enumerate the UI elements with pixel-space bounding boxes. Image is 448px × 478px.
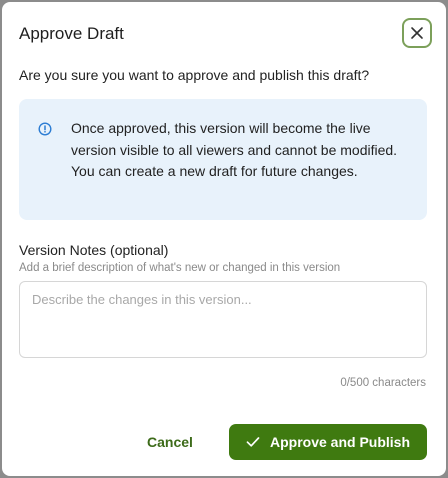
info-icon <box>38 122 52 136</box>
info-text: Once approved, this version will become … <box>71 120 398 179</box>
cancel-button[interactable]: Cancel <box>132 424 208 460</box>
approve-and-publish-button[interactable]: Approve and Publish <box>229 424 427 460</box>
close-icon <box>410 26 424 40</box>
close-button[interactable] <box>402 18 432 48</box>
info-callout: Once approved, this version will become … <box>19 99 427 220</box>
approve-button-label: Approve and Publish <box>269 434 410 450</box>
version-notes-label: Version Notes (optional) <box>19 242 169 258</box>
version-notes-hint: Add a brief description of what's new or… <box>19 262 341 274</box>
confirmation-question: Are you sure you want to approve and pub… <box>19 67 370 83</box>
version-notes-input[interactable] <box>19 281 427 358</box>
dialog-title: Approve Draft <box>19 24 124 43</box>
character-count: 0/500 characters <box>340 377 426 389</box>
approve-draft-dialog: Approve Draft Are you sure you want to a… <box>2 2 446 476</box>
check-icon <box>246 436 260 448</box>
